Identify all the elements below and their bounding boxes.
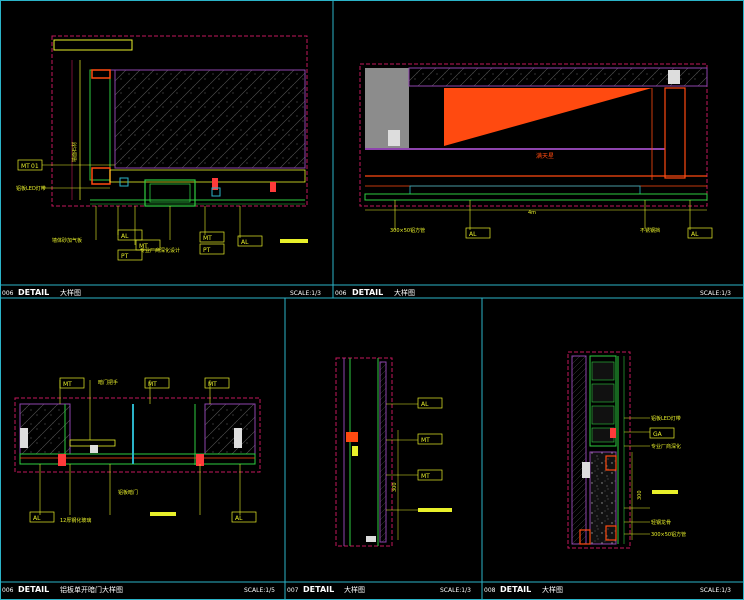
material-tag-mt: MT (204, 377, 230, 389)
material-tag-pt: PT (199, 243, 225, 255)
panel-subtitle: 大样图 (344, 585, 365, 594)
panel-scale: SCALE:1/3 (700, 290, 731, 297)
annotation-text: 暗门把手 (98, 379, 118, 386)
dimension-text: 4m (528, 210, 536, 216)
svg-text:AL: AL (469, 231, 477, 238)
panel-subtitle: 大样图 (542, 585, 563, 594)
svg-text:MT: MT (421, 473, 430, 480)
svg-text:MT: MT (421, 437, 430, 444)
svg-text:GA: GA (653, 431, 663, 438)
title-bar-2: 006 DETAIL 大样图 SCALE:1/3 (335, 288, 731, 297)
panel-subtitle: 大样图 (394, 288, 415, 297)
material-tag-mt: MT (417, 433, 443, 445)
svg-text:AL: AL (421, 401, 429, 408)
material-tag-mt: MT (59, 377, 85, 389)
material-tag-pt: PT (117, 249, 143, 261)
orange-panel (444, 88, 652, 146)
svg-text:MT: MT (139, 243, 148, 250)
svg-text:MT: MT (21, 163, 30, 170)
panel-scale: SCALE:1/5 (244, 587, 275, 594)
detail-panel-3: 暗门把手 铝板暗门 12厚钢化玻璃 MT MT MT AL AL (14, 377, 261, 524)
svg-text:AL: AL (235, 515, 243, 522)
panel2-center-label: 满天星 (536, 152, 554, 160)
svg-text:MT: MT (208, 381, 217, 388)
dimension-text: 300 (637, 490, 643, 500)
panel-subtitle: 大样图 (60, 288, 81, 297)
annotation-text: 专业厂商深化 (651, 443, 681, 450)
material-tag-mt: MT (417, 469, 443, 481)
svg-text:AL: AL (33, 515, 41, 522)
svg-text:AL: AL (121, 233, 129, 240)
svg-text:007: 007 (287, 587, 299, 594)
material-tag-mt: MT (199, 231, 225, 243)
material-tag-al: AL (117, 229, 143, 241)
panel-title: DETAIL (352, 288, 383, 297)
annotation-text: 300×50铝方管 (390, 227, 425, 234)
scale-bar (652, 490, 678, 494)
material-tag-mt: MT (144, 377, 170, 389)
material-tag-mt: MT 01 (17, 159, 43, 171)
svg-text:008: 008 (484, 587, 496, 594)
material-tag-al: AL (29, 511, 55, 523)
panel-subtitle: 铝板单开暗门大样图 (60, 585, 123, 594)
panel-scale: SCALE:1/3 (290, 290, 321, 297)
panel-title: DETAIL (18, 585, 49, 594)
panel-title: DETAIL (500, 585, 531, 594)
annotation-text: 不锈钢挡 (640, 227, 660, 234)
svg-text:PT: PT (203, 247, 211, 254)
svg-text:MT: MT (203, 235, 212, 242)
detail-panel-5: 300 铝板LED灯带 专业厂商深化 轻钢龙骨 300×50铝方管 GA (567, 351, 686, 549)
cad-drawing-sheet: MT 01 铝板LED灯带 墙体砂加气板 专业厂商深化设计 墙面石材 AL MT… (0, 0, 744, 600)
material-tag-al: AL (237, 235, 263, 247)
detail-panel-2: 满天星 4m 300×50铝方管 不锈钢挡 AL AL (359, 63, 713, 239)
annotation-vertical: 墙面石材 (71, 142, 78, 162)
scale-bar (418, 508, 452, 512)
svg-text:AL: AL (241, 239, 249, 246)
scale-bar (280, 239, 308, 243)
svg-text:AL: AL (691, 231, 699, 238)
title-bar-1: 006 DETAIL 大样图 SCALE:1/3 (2, 288, 321, 297)
material-tag-al: AL (465, 227, 491, 239)
svg-text:PT: PT (121, 253, 129, 260)
panel-title: DETAIL (18, 288, 49, 297)
annotation-text: 12厚钢化玻璃 (60, 517, 91, 524)
svg-text:006: 006 (2, 290, 14, 297)
annotation-text: 300×50铝方管 (651, 531, 686, 538)
scale-bar (150, 512, 176, 516)
title-bar-4: 007 DETAIL 大样图 SCALE:1/3 (287, 585, 471, 594)
title-bar-5: 008 DETAIL 大样图 SCALE:1/3 (484, 585, 731, 594)
material-tag-al: AL (687, 227, 713, 239)
panel-title: DETAIL (303, 585, 334, 594)
svg-text:01: 01 (31, 163, 39, 170)
title-bar-3: 006 DETAIL 铝板单开暗门大样图 SCALE:1/5 (2, 585, 275, 594)
detail-panel-1: MT 01 铝板LED灯带 墙体砂加气板 专业厂商深化设计 墙面石材 AL MT… (16, 35, 308, 261)
dimension-text: 300 (392, 482, 398, 492)
annotation-text: 铝板LED灯带 (651, 415, 681, 422)
svg-text:MT: MT (63, 381, 72, 388)
panel-scale: SCALE:1/3 (440, 587, 471, 594)
detail-panel-4: 300 AL MT MT (335, 357, 452, 547)
material-tag-al: AL (417, 397, 443, 409)
svg-text:006: 006 (335, 290, 347, 297)
annotation-text: 铝板暗门 (118, 489, 138, 496)
svg-text:MT: MT (148, 381, 157, 388)
annotation-text: 墙体砂加气板 (52, 237, 82, 244)
svg-text:006: 006 (2, 587, 14, 594)
annotation-text: 轻钢龙骨 (651, 519, 671, 526)
annotation-text: 铝板LED灯带 (16, 185, 46, 192)
material-tag-al: AL (231, 511, 257, 523)
panel-scale: SCALE:1/3 (700, 587, 731, 594)
material-tag-ga: GA (649, 427, 675, 439)
